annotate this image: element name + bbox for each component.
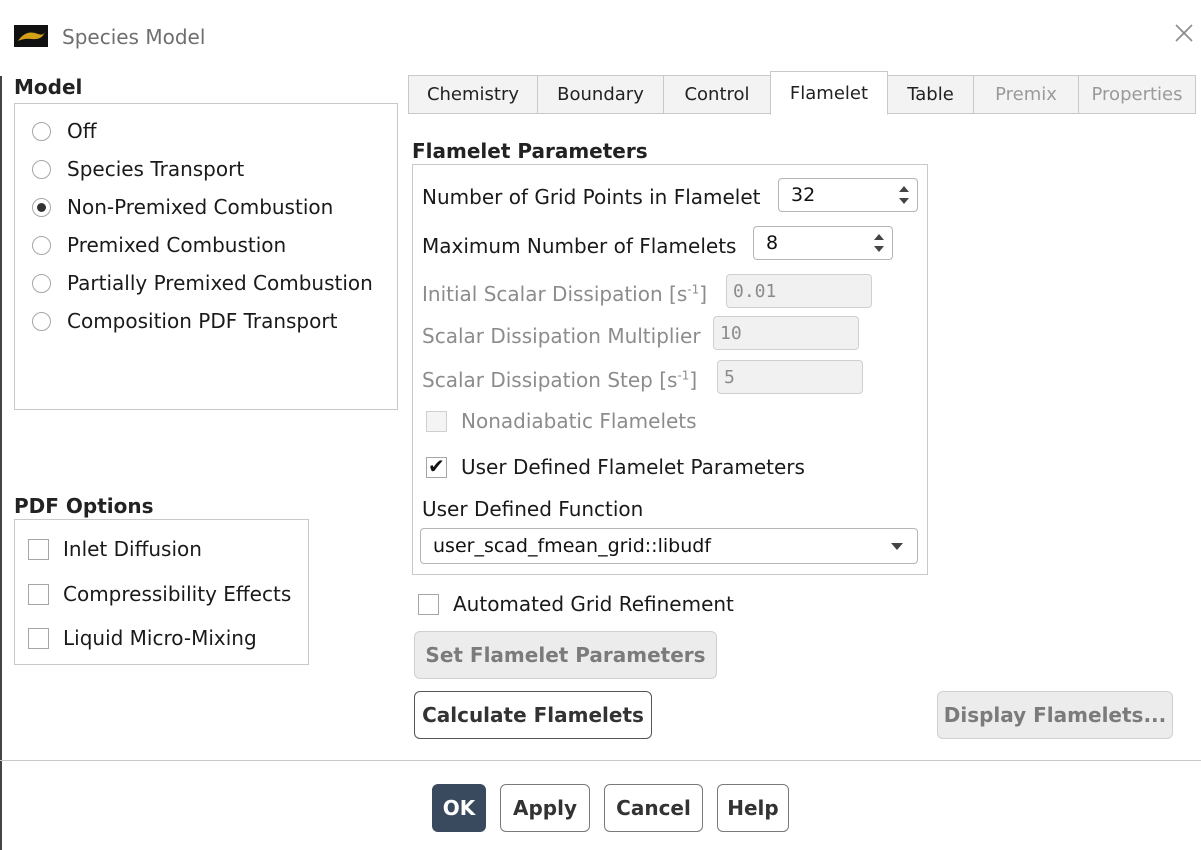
model-option-label: Species Transport <box>67 157 245 181</box>
radio-button[interactable] <box>32 235 51 255</box>
automated-refinement-label: Automated Grid Refinement <box>453 592 734 616</box>
dissipation-multiplier-input: 10 <box>713 316 859 350</box>
grid-points-label: Number of Grid Points in Flamelet <box>422 185 761 209</box>
model-option-label: Off <box>67 119 97 143</box>
initial-dissipation-label: Initial Scalar Dissipation [s-1] <box>422 282 708 306</box>
pdf-options-label: PDF Options <box>14 494 154 518</box>
help-button[interactable]: Help <box>717 784 789 832</box>
initial-dissipation-input: 0.01 <box>726 274 872 308</box>
tab-chemistry[interactable]: Chemistry <box>408 75 538 114</box>
pdf-option-liquid-micro-mixing[interactable]: Liquid Micro-Mixing <box>28 623 257 653</box>
radio-button[interactable] <box>32 273 51 293</box>
nonadiabatic-label: Nonadiabatic Flamelets <box>461 409 697 433</box>
radio-button[interactable] <box>32 197 51 217</box>
flamelet-parameters-label: Flamelet Parameters <box>412 139 648 163</box>
checkmark-icon: ✔ <box>428 453 445 478</box>
model-option-label: Non-Premixed Combustion <box>67 195 334 219</box>
footer-separator <box>0 760 1201 761</box>
chevron-down-icon <box>891 543 903 550</box>
pdf-option-inlet-diffusion[interactable]: Inlet Diffusion <box>28 534 202 564</box>
model-option-species-transport[interactable]: Species Transport <box>32 154 244 184</box>
pdf-option-label: Compressibility Effects <box>63 582 292 606</box>
pdf-option-compressibility-effects[interactable]: Compressibility Effects <box>28 579 291 609</box>
tab-table[interactable]: Table <box>887 75 974 114</box>
dissipation-step-label: Scalar Dissipation Step [s-1] <box>422 368 698 392</box>
pdf-option-label: Inlet Diffusion <box>63 537 202 561</box>
window-border <box>0 76 2 850</box>
max-flamelets-input[interactable]: 8 <box>753 226 893 260</box>
spinner-icon[interactable] <box>872 230 886 256</box>
grid-points-value: 32 <box>791 184 816 206</box>
calculate-flamelets-button[interactable]: Calculate Flamelets <box>414 691 652 739</box>
model-option-composition-pdf-transport[interactable]: Composition PDF Transport <box>32 306 337 336</box>
udf-label: User Defined Function <box>422 497 644 521</box>
set-flamelet-parameters-button: Set Flamelet Parameters <box>414 631 717 679</box>
radio-button[interactable] <box>32 159 51 179</box>
cancel-button[interactable]: Cancel <box>604 784 703 832</box>
checkbox[interactable] <box>28 583 49 605</box>
tab-properties: Properties <box>1078 75 1196 114</box>
udf-select[interactable]: user_scad_fmean_grid::libudf <box>420 528 918 564</box>
ok-button[interactable]: OK <box>432 784 486 832</box>
window-title: Species Model <box>62 25 206 49</box>
nonadiabatic-checkbox-row: Nonadiabatic Flamelets <box>426 406 697 436</box>
model-option-label: Premixed Combustion <box>67 233 287 257</box>
model-option-non-premixed-combustion[interactable]: Non-Premixed Combustion <box>32 192 333 222</box>
automated-refinement-row[interactable]: Automated Grid Refinement <box>418 589 734 619</box>
user-defined-params-label: User Defined Flamelet Parameters <box>461 455 805 479</box>
model-label: Model <box>14 75 83 99</box>
udf-select-value: user_scad_fmean_grid::libudf <box>433 535 711 557</box>
model-option-premixed-combustion[interactable]: Premixed Combustion <box>32 230 286 260</box>
grid-points-input[interactable]: 32 <box>778 178 918 212</box>
max-flamelets-value: 8 <box>766 232 779 254</box>
pdf-option-label: Liquid Micro-Mixing <box>63 626 257 650</box>
dissipation-multiplier-label: Scalar Dissipation Multiplier <box>422 324 701 348</box>
spinner-icon[interactable] <box>897 182 911 208</box>
radio-button[interactable] <box>32 311 51 331</box>
tab-control[interactable]: Control <box>663 75 771 114</box>
dissipation-step-input: 5 <box>717 360 863 394</box>
tab-premix: Premix <box>973 75 1079 114</box>
close-icon[interactable] <box>1170 19 1200 49</box>
model-option-label: Composition PDF Transport <box>67 309 338 333</box>
model-option-label: Partially Premixed Combustion <box>67 271 373 295</box>
tab-boundary[interactable]: Boundary <box>537 75 664 114</box>
user-defined-params-row[interactable]: ✔ User Defined Flamelet Parameters <box>426 452 805 482</box>
checkbox[interactable] <box>28 538 49 560</box>
nonadiabatic-checkbox <box>426 410 447 432</box>
tab-flamelet[interactable]: Flamelet <box>770 71 888 115</box>
radio-button[interactable] <box>32 121 51 141</box>
checkbox[interactable] <box>28 627 49 649</box>
display-flamelets-button: Display Flamelets... <box>937 691 1173 739</box>
user-defined-params-checkbox[interactable]: ✔ <box>426 453 447 478</box>
apply-button[interactable]: Apply <box>500 784 590 832</box>
max-flamelets-label: Maximum Number of Flamelets <box>422 234 737 258</box>
model-option-off[interactable]: Off <box>32 116 97 146</box>
automated-refinement-checkbox[interactable] <box>418 593 439 615</box>
app-icon <box>14 25 48 47</box>
model-option-partially-premixed-combustion[interactable]: Partially Premixed Combustion <box>32 268 373 298</box>
